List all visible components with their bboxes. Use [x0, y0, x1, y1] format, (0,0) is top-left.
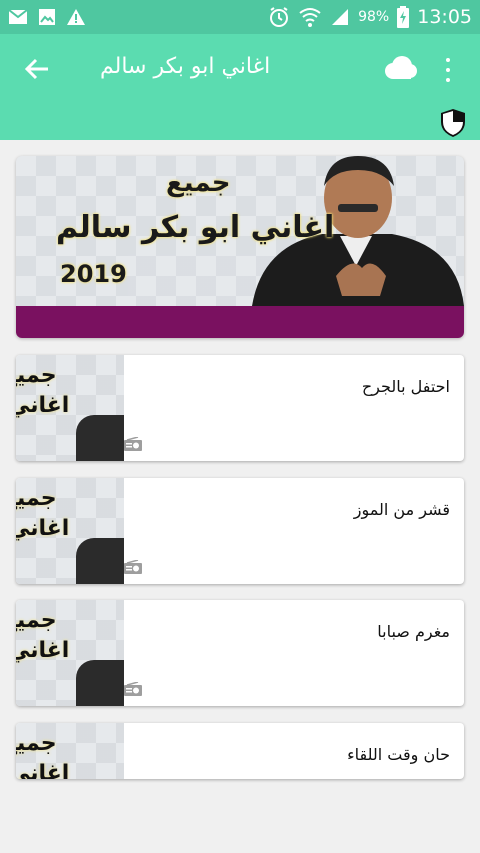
mail-icon [8, 9, 28, 25]
app-bar: اغاني ابو بكر سالم [0, 34, 480, 140]
back-arrow-icon [24, 58, 48, 80]
battery-icon [397, 6, 410, 28]
alarm-icon [268, 6, 290, 28]
thumb-text: جميع [16, 608, 57, 633]
song-card[interactable]: جميع اغاني حان وقت اللقاء [16, 723, 464, 779]
cloud-button[interactable] [382, 55, 418, 85]
thumb-text: اغاني [16, 516, 70, 541]
song-title: احتفل بالجرح [361, 377, 450, 396]
song-card[interactable]: جميع اغاني قشر من الموز [16, 478, 464, 584]
shield-icon [441, 109, 465, 137]
song-thumbnail: جميع اغاني [16, 478, 124, 584]
song-card[interactable]: جميع اغاني مغرم صبابا [16, 600, 464, 706]
thumb-person [76, 538, 124, 584]
banner-strip [16, 306, 464, 338]
thumb-person [76, 660, 124, 706]
battery-percent: 98% [358, 9, 390, 25]
thumb-text: اغاني [16, 638, 70, 663]
radio-icon [124, 682, 142, 696]
signal-icon [330, 7, 350, 27]
thumb-text: جميع [16, 363, 57, 388]
more-options-button[interactable] [438, 54, 458, 86]
radio-icon [124, 560, 142, 574]
radio-icon [124, 437, 142, 451]
song-title: قشر من الموز [353, 500, 450, 519]
banner-line-2: اغاني ابو بكر سالم [56, 210, 335, 245]
thumb-text: اغاني [16, 393, 70, 418]
app-title: اغاني ابو بكر سالم [100, 54, 271, 79]
thumb-text: اغاني [16, 761, 70, 779]
thumb-text: جميع [16, 486, 57, 511]
song-title: حان وقت اللقاء [347, 745, 450, 764]
banner-year: 2019 [60, 260, 127, 288]
song-card[interactable]: جميع اغاني احتفل بالجرح [16, 355, 464, 461]
back-button[interactable] [20, 52, 54, 86]
status-bar: 98% 13:05 [0, 0, 480, 34]
shield-button[interactable] [440, 108, 466, 142]
album-banner[interactable]: جميع اغاني ابو بكر سالم 2019 [16, 156, 464, 338]
thumb-person [76, 415, 124, 461]
song-thumbnail: جميع اغاني [16, 723, 124, 779]
wifi-icon [298, 6, 322, 28]
song-title: مغرم صبابا [377, 622, 450, 641]
banner-line-1: جميع [166, 168, 231, 198]
image-icon [38, 8, 56, 26]
warning-icon [66, 8, 86, 26]
thumb-text: جميع [16, 731, 57, 756]
cloud-icon [385, 56, 417, 79]
song-thumbnail: جميع اغاني [16, 355, 124, 461]
more-vert-icon [446, 58, 450, 62]
song-thumbnail: جميع اغاني [16, 600, 124, 706]
clock: 13:05 [417, 6, 472, 28]
